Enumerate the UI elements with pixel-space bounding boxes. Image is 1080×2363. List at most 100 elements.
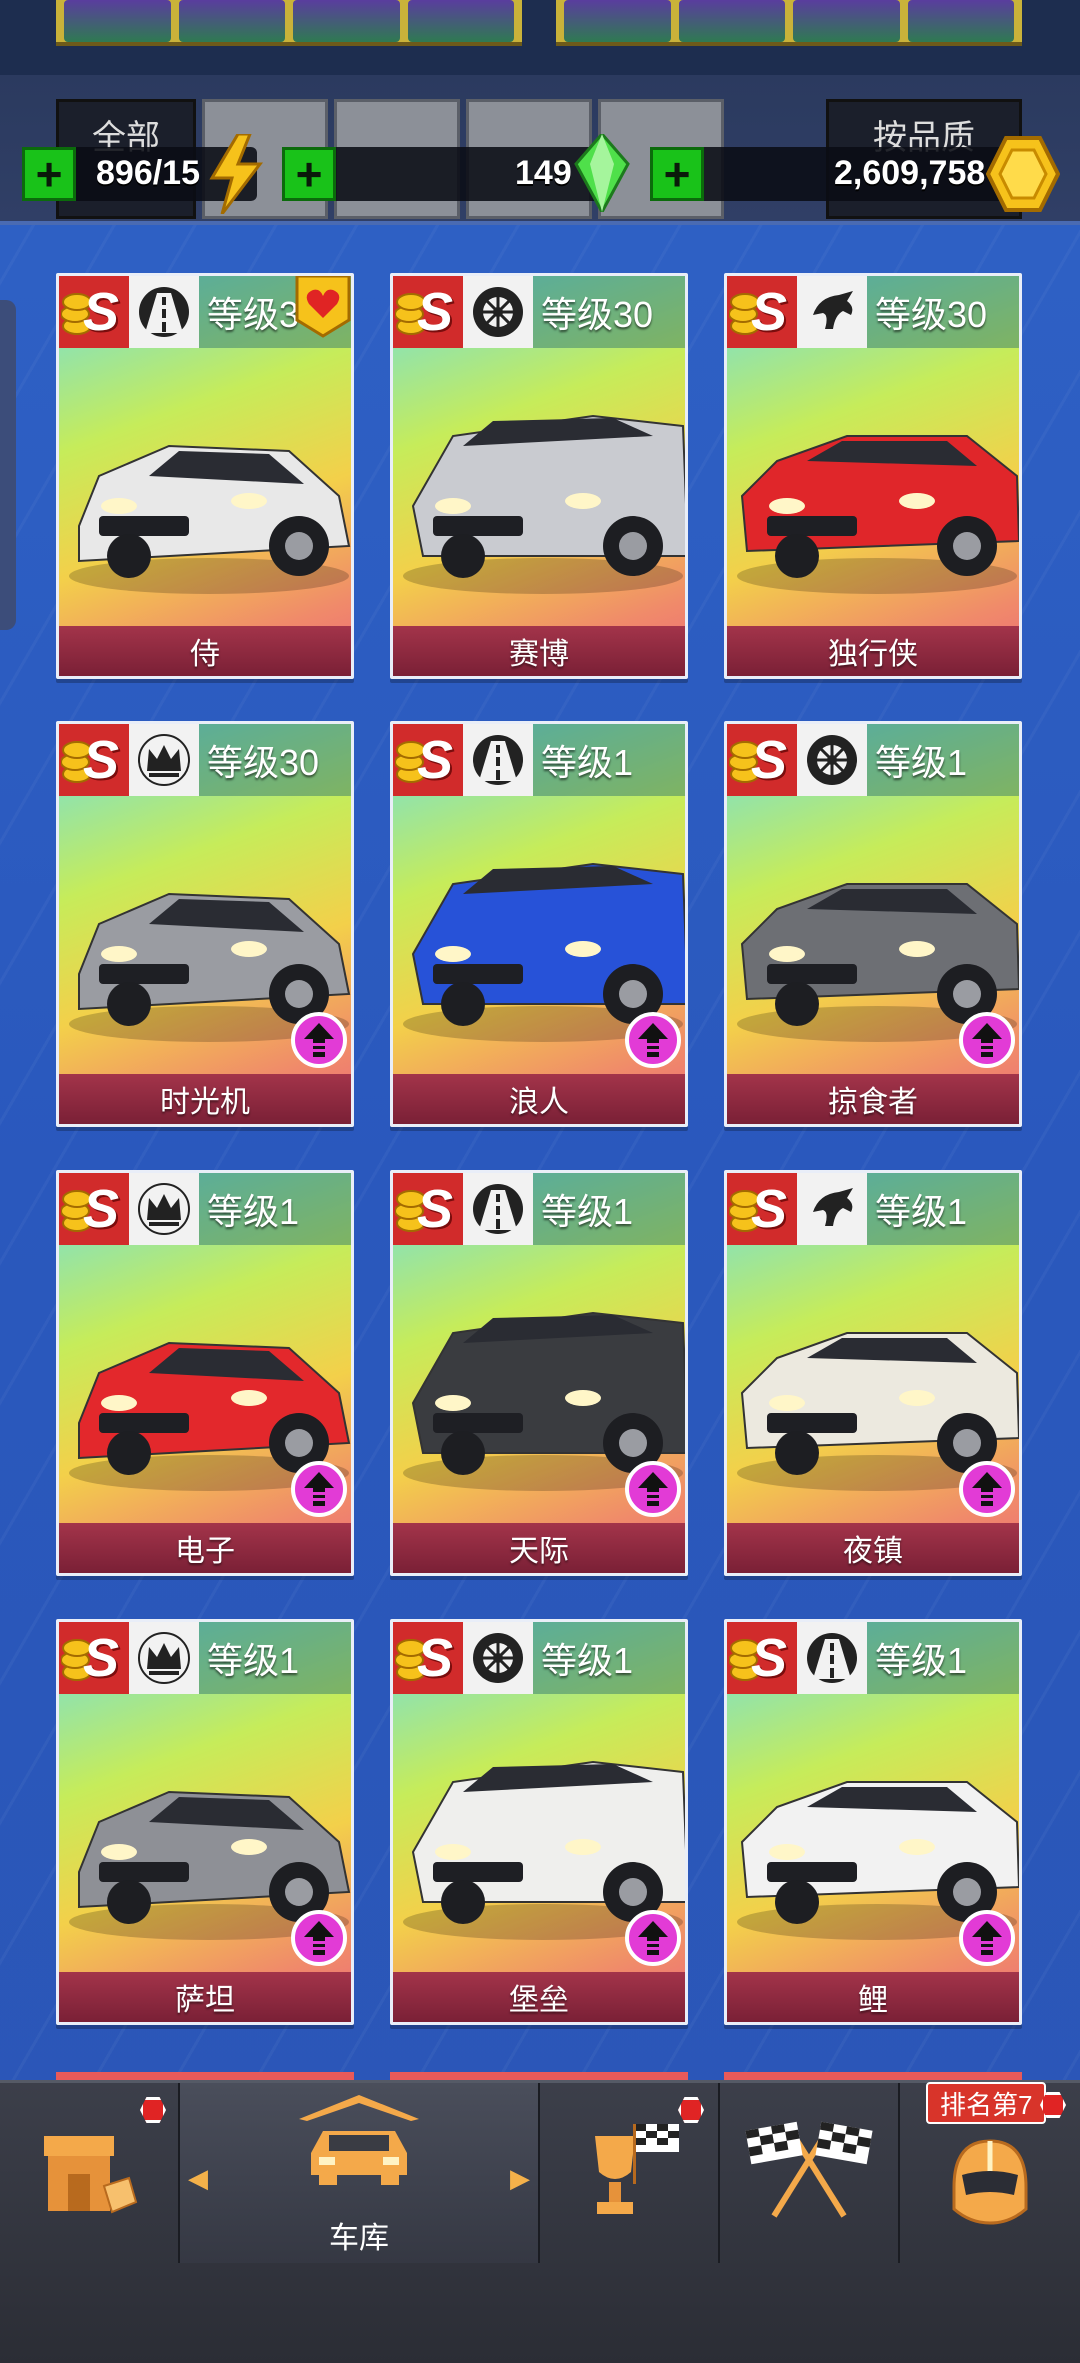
car-image	[727, 356, 1019, 606]
crown-icon	[129, 1622, 199, 1694]
rank-letter: S	[82, 730, 120, 790]
car-level: 等级1	[867, 1173, 1019, 1245]
top-peek-items-left	[56, 0, 522, 46]
nav-garage[interactable]: 车库	[180, 2083, 538, 2263]
garage-next-arrow[interactable]: ▶	[510, 2163, 530, 2194]
rank-letter: S	[416, 730, 454, 790]
car-name: 天际	[393, 1523, 685, 1573]
rank-letter: S	[416, 282, 454, 342]
car-card[interactable]: S 等级30 独行侠	[724, 273, 1022, 679]
gold-coin-icon	[985, 136, 1061, 217]
car-card[interactable]: S 等级3 侍	[56, 273, 354, 679]
rank-s-badge: S	[727, 276, 797, 348]
tire-icon	[463, 1622, 533, 1694]
rank-s-badge: S	[393, 276, 463, 348]
gems-value: 149	[515, 154, 572, 192]
car-card[interactable]: S 等级30 时光机	[56, 721, 354, 1127]
car-image	[393, 356, 685, 606]
car-card[interactable]: S 等级1 萨坦	[56, 1619, 354, 2025]
car-card[interactable]: S 等级1 浪人	[390, 721, 688, 1127]
car-level: 等级1	[867, 724, 1019, 796]
garage-prev-arrow[interactable]: ◀	[188, 2163, 208, 2194]
car-card[interactable]: S 等级1 鲤	[724, 1619, 1022, 2025]
tire-icon	[463, 276, 533, 348]
car-image	[59, 356, 351, 606]
road-icon	[129, 276, 199, 348]
card-header: S 等级1	[59, 1173, 351, 1245]
crown-icon	[129, 1173, 199, 1245]
card-header: S 等级1	[727, 1622, 1019, 1694]
nav-race[interactable]	[720, 2083, 898, 2263]
car-card[interactable]: S 等级1 电子	[56, 1170, 354, 1576]
car-level: 等级1	[533, 1622, 685, 1694]
upgrade-arrow-icon[interactable]	[625, 1910, 681, 1966]
rank-s-badge: S	[393, 1173, 463, 1245]
road-icon	[463, 724, 533, 796]
upgrade-arrow-icon[interactable]	[291, 1910, 347, 1966]
car-name: 夜镇	[727, 1523, 1019, 1573]
side-drawer-tab[interactable]	[0, 300, 16, 630]
helmet-icon	[940, 2131, 1040, 2236]
checkered-flags-icon	[744, 2116, 874, 2231]
rank-letter: S	[416, 1628, 454, 1688]
coins-value: 2,609,758	[834, 154, 986, 192]
rank-letter: S	[416, 1179, 454, 1239]
crown-icon	[129, 724, 199, 796]
card-header: S 等级1	[727, 724, 1019, 796]
car-card[interactable]: S 等级1 掠食者	[724, 721, 1022, 1127]
lightning-icon	[208, 132, 264, 219]
horse-icon	[797, 1173, 867, 1245]
car-card[interactable]: S 等级1 天际	[390, 1170, 688, 1576]
shop-icon	[34, 2116, 144, 2231]
car-name: 时光机	[59, 1074, 351, 1124]
rank-tag: 排名第7	[926, 2082, 1047, 2124]
upgrade-arrow-icon[interactable]	[291, 1012, 347, 1068]
favorite-heart-icon[interactable]	[293, 276, 351, 338]
bottom-nav: 车库 ◀ ▶	[0, 2080, 1080, 2363]
add-energy-button[interactable]: +	[22, 147, 76, 201]
car-name: 侍	[59, 626, 351, 676]
car-name: 赛博	[393, 626, 685, 676]
add-coins-button[interactable]: +	[650, 147, 704, 201]
rank-letter: S	[750, 1179, 788, 1239]
car-name: 电子	[59, 1523, 351, 1573]
car-level: 等级1	[533, 1173, 685, 1245]
top-item-strip	[0, 0, 1080, 75]
garage-car-icon	[289, 2091, 429, 2196]
car-level: 等级1	[867, 1622, 1019, 1694]
trophy-icon	[569, 2116, 689, 2231]
car-level: 等级1	[199, 1622, 351, 1694]
green-gem-icon	[574, 131, 630, 217]
upgrade-arrow-icon[interactable]	[291, 1461, 347, 1517]
rank-letter: S	[82, 1628, 120, 1688]
card-header: S 等级1	[393, 724, 685, 796]
car-level: 等级30	[533, 276, 685, 348]
rank-s-badge: S	[727, 1173, 797, 1245]
car-card[interactable]: S 等级30 赛博	[390, 273, 688, 679]
upgrade-arrow-icon[interactable]	[625, 1461, 681, 1517]
rank-s-badge: S	[59, 1173, 129, 1245]
nav-garage-label: 车库	[329, 2222, 389, 2255]
upgrade-arrow-icon[interactable]	[625, 1012, 681, 1068]
car-card[interactable]: S 等级1 夜镇	[724, 1170, 1022, 1576]
car-name: 独行侠	[727, 626, 1019, 676]
top-peek-items-right	[556, 0, 1022, 46]
card-header: S 等级1	[727, 1173, 1019, 1245]
car-level: 等级30	[867, 276, 1019, 348]
upgrade-arrow-icon[interactable]	[959, 1012, 1015, 1068]
card-header: S 等级1	[59, 1622, 351, 1694]
tire-icon	[797, 724, 867, 796]
add-gems-button[interactable]: +	[282, 147, 336, 201]
card-header: S 等级30	[393, 276, 685, 348]
car-name: 堡垒	[393, 1972, 685, 2022]
car-name: 掠食者	[727, 1074, 1019, 1124]
car-card[interactable]: S 等级1 堡垒	[390, 1619, 688, 2025]
upgrade-arrow-icon[interactable]	[959, 1461, 1015, 1517]
rank-s-badge: S	[727, 1622, 797, 1694]
upgrade-arrow-icon[interactable]	[959, 1910, 1015, 1966]
card-header: S 等级30	[727, 276, 1019, 348]
rank-s-badge: S	[59, 724, 129, 796]
rank-letter: S	[750, 282, 788, 342]
rank-letter: S	[82, 282, 120, 342]
car-level: 等级1	[533, 724, 685, 796]
